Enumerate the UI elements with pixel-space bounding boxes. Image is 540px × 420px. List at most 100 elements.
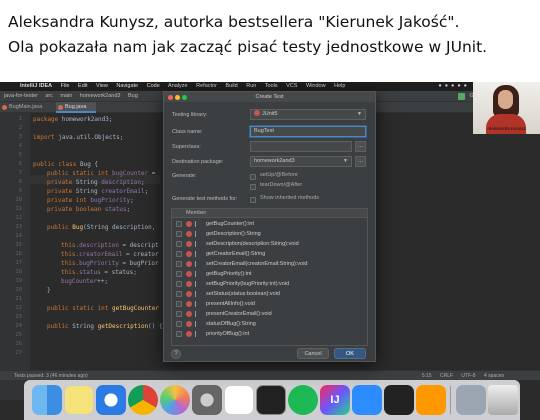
run-icon[interactable] [458, 93, 465, 100]
trash-icon[interactable] [488, 385, 518, 415]
safari-icon[interactable] [96, 385, 126, 415]
junit-icon [254, 110, 260, 116]
member-column-header[interactable]: Member [172, 209, 367, 218]
visibility-icon [195, 241, 199, 247]
chrome-icon[interactable] [128, 385, 158, 415]
method-checkbox[interactable] [176, 281, 182, 287]
method-row[interactable]: getDescription():String [172, 229, 367, 239]
show-inherited-checkbox[interactable] [250, 197, 256, 203]
slack-icon[interactable] [224, 385, 254, 415]
menu-refactor[interactable]: Refactor [196, 83, 217, 89]
menu-code[interactable]: Code [147, 83, 160, 89]
method-row[interactable]: setCreatorEmail(creatorEmail:String):voi… [172, 259, 367, 269]
cursor-position[interactable]: 5:15 [422, 373, 432, 379]
method-row[interactable]: priorityOfBug():int [172, 329, 367, 339]
finder-icon[interactable] [32, 385, 62, 415]
minimize-window-icon[interactable] [175, 95, 180, 100]
line-number: 26 [15, 341, 22, 347]
method-row[interactable]: getBugCounter():int [172, 219, 367, 229]
visibility-icon [195, 251, 199, 257]
sublime-icon[interactable] [416, 385, 446, 415]
method-row[interactable]: setStatus(status:boolean):void [172, 289, 367, 299]
visibility-icon [195, 281, 199, 287]
generate-label: Generate: [172, 173, 197, 179]
class-name-input[interactable]: BugTest [250, 126, 366, 137]
photos-icon[interactable] [160, 385, 190, 415]
line-number: 13 [15, 224, 22, 230]
line-separator[interactable]: CRLF [440, 373, 453, 379]
method-checkbox[interactable] [176, 271, 182, 277]
menu-file[interactable]: File [61, 83, 70, 89]
method-icon [186, 261, 192, 267]
superclass-input[interactable] [250, 141, 352, 152]
tab-bug[interactable]: Bug.java [56, 102, 96, 113]
method-checkbox[interactable] [176, 251, 182, 257]
setup-checkbox[interactable] [250, 174, 256, 180]
method-checkbox[interactable] [176, 261, 182, 267]
method-row[interactable]: getCreatorEmail():String [172, 249, 367, 259]
method-checkbox[interactable] [176, 331, 182, 337]
method-icon [186, 321, 192, 327]
browse-superclass-button[interactable]: … [355, 141, 366, 152]
crumb-project[interactable]: java-for-tester [4, 93, 38, 99]
method-checkbox[interactable] [176, 221, 182, 227]
ok-button[interactable]: OK [334, 348, 366, 359]
method-row[interactable]: getBugPriority():int [172, 269, 367, 279]
method-icon [186, 221, 192, 227]
close-window-icon[interactable] [168, 95, 173, 100]
zoom-window-icon[interactable] [182, 95, 187, 100]
menu-tools[interactable]: Tools [265, 83, 278, 89]
code-line: import java.util.Objects; [33, 134, 124, 141]
notes-icon[interactable] [64, 385, 94, 415]
menu-app-name[interactable]: IntelliJ IDEA [20, 83, 52, 89]
line-number: 3 [18, 134, 22, 140]
testing-library-select[interactable]: JUnit5 ▼ [250, 109, 366, 120]
terminal-icon[interactable] [384, 385, 414, 415]
menu-run[interactable]: Run [246, 83, 256, 89]
indent-setting[interactable]: 4 spaces [484, 373, 504, 379]
zoom-icon[interactable] [352, 385, 382, 415]
method-row[interactable]: statusOfBug():String [172, 319, 367, 329]
method-checkbox[interactable] [176, 231, 182, 237]
menu-analyze[interactable]: Analyze [168, 83, 188, 89]
menu-view[interactable]: View [96, 83, 108, 89]
method-checkbox[interactable] [176, 321, 182, 327]
browse-package-button[interactable]: … [355, 156, 366, 167]
menu-build[interactable]: Build [225, 83, 237, 89]
menu-window[interactable]: Window [306, 83, 326, 89]
files-icon[interactable] [456, 385, 486, 415]
method-checkbox[interactable] [176, 291, 182, 297]
crumb-main[interactable]: main [60, 93, 72, 99]
crumb-package[interactable]: homework2and3 [80, 93, 121, 99]
dialog-title: Create Test [164, 92, 375, 102]
menu-edit[interactable]: Edit [78, 83, 87, 89]
crumb-class[interactable]: Bug [128, 93, 138, 99]
method-row[interactable]: presentAllInfo():void [172, 299, 367, 309]
method-row[interactable]: setBugPriority(bugPriority:int):void [172, 279, 367, 289]
file-encoding[interactable]: UTF-8 [461, 373, 475, 379]
help-button[interactable]: ? [171, 349, 181, 359]
menu-navigate[interactable]: Navigate [116, 83, 138, 89]
cancel-button[interactable]: Cancel [297, 348, 329, 359]
tab-label: Bug.java [65, 104, 87, 110]
method-icon [186, 241, 192, 247]
system-preferences-icon[interactable] [192, 385, 222, 415]
crumb-src[interactable]: src [45, 93, 52, 99]
activity-monitor-icon[interactable] [256, 385, 286, 415]
intellij-label: IJ [330, 394, 340, 406]
menu-vcs[interactable]: VCS [286, 83, 297, 89]
tab-bugmain[interactable]: BugMain.java [0, 102, 56, 113]
intellij-icon[interactable]: IJ [320, 385, 350, 415]
line-number: 4 [18, 143, 22, 149]
destination-package-select[interactable]: homework2and3 ▼ [250, 156, 352, 167]
method-checkbox[interactable] [176, 241, 182, 247]
method-checkbox[interactable] [176, 301, 182, 307]
teardown-checkbox[interactable] [250, 184, 256, 190]
visibility-icon [195, 221, 199, 227]
spotify-icon[interactable] [288, 385, 318, 415]
method-row[interactable]: presentCreatorEmail():void [172, 309, 367, 319]
method-checkbox[interactable] [176, 311, 182, 317]
menu-help[interactable]: Help [334, 83, 345, 89]
method-row[interactable]: setDescription(description:String):void [172, 239, 367, 249]
line-number: 11 [15, 206, 22, 212]
